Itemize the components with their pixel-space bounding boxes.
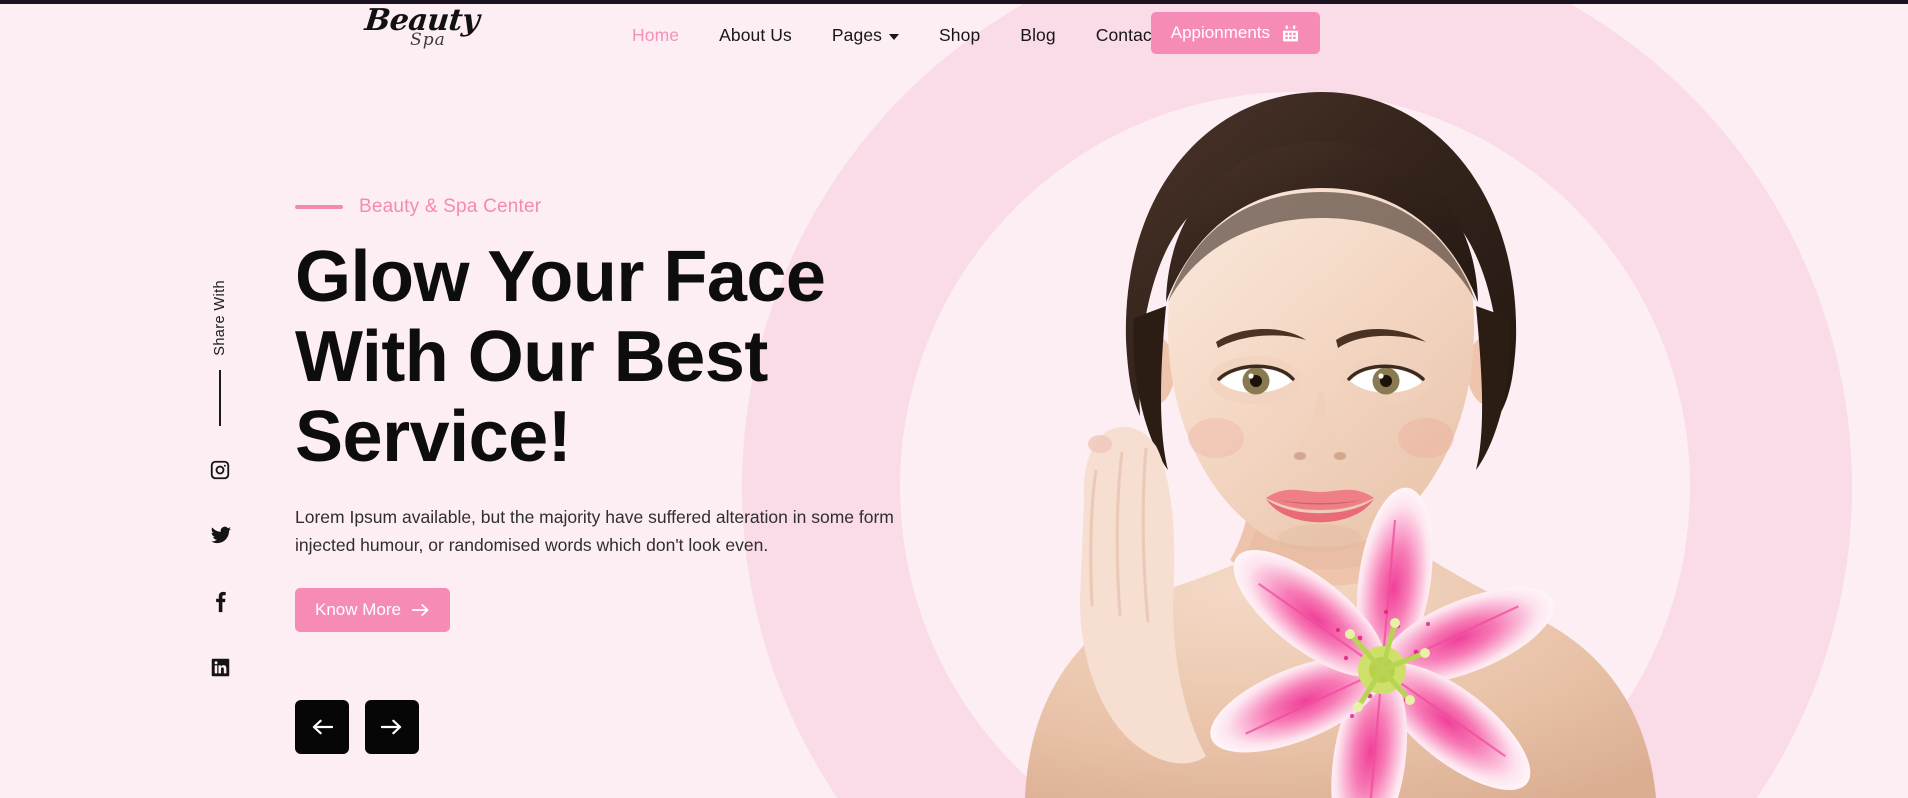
hero-section: Beauty & Spa Center Glow Your Face With … (295, 196, 975, 632)
main-navigation: Home About Us Pages Shop Blog Contact Us (612, 0, 1203, 70)
hero-eyebrow-label: Beauty & Spa Center (359, 196, 542, 217)
hero-carousel-controls (295, 700, 419, 754)
nav-item-about-us-label: About Us (719, 24, 792, 45)
twitter-icon[interactable] (208, 524, 232, 548)
linkedin-icon[interactable] (208, 656, 232, 680)
hero-image (930, 40, 1710, 798)
nav-item-shop-label: Shop (939, 24, 981, 45)
nav-item-pages[interactable]: Pages (812, 25, 919, 46)
carousel-next-button[interactable] (365, 700, 419, 754)
nav-item-home-label: Home (632, 24, 680, 45)
instagram-icon[interactable] (208, 458, 232, 482)
calendar-icon (1282, 24, 1299, 41)
nav-item-blog-label: Blog (1020, 24, 1056, 45)
know-more-button-label: Know More (315, 600, 401, 619)
arrow-left-icon (312, 719, 333, 735)
page-title: Glow Your Face With Our Best Service! (295, 237, 826, 477)
nav-item-home[interactable]: Home (612, 25, 699, 46)
social-share-rail: Share With (196, 280, 244, 722)
nav-item-blog[interactable]: Blog (1000, 25, 1075, 46)
arrow-right-icon (381, 719, 402, 735)
appointments-button-label: Appionments (1170, 23, 1270, 42)
facebook-icon[interactable] (208, 590, 232, 614)
nav-item-pages-label: Pages (831, 24, 883, 45)
hero-eyebrow: Beauty & Spa Center (295, 196, 975, 218)
know-more-button[interactable]: Know More (295, 588, 450, 632)
nav-item-about-us[interactable]: About Us (699, 25, 812, 46)
hero-eyebrow-bar (295, 205, 343, 209)
page-root: Beauty Spa Home About Us Pages Shop Blog… (0, 0, 1908, 798)
arrow-right-icon (411, 604, 429, 616)
appointments-button[interactable]: Appionments (1150, 12, 1320, 54)
share-with-label: Share With (212, 280, 228, 356)
site-header: Beauty Spa Home About Us Pages Shop Blog… (0, 0, 1908, 70)
chevron-down-icon (889, 33, 900, 40)
brand-logo-primary: Beauty (363, 3, 481, 38)
carousel-prev-button[interactable] (295, 700, 349, 754)
nav-item-shop[interactable]: Shop (919, 25, 1000, 46)
hero-description: Lorem Ipsum available, but the majority … (295, 507, 894, 555)
top-strip (0, 0, 1908, 4)
share-divider-line (219, 369, 221, 426)
brand-logo[interactable]: Beauty Spa (363, 3, 481, 64)
